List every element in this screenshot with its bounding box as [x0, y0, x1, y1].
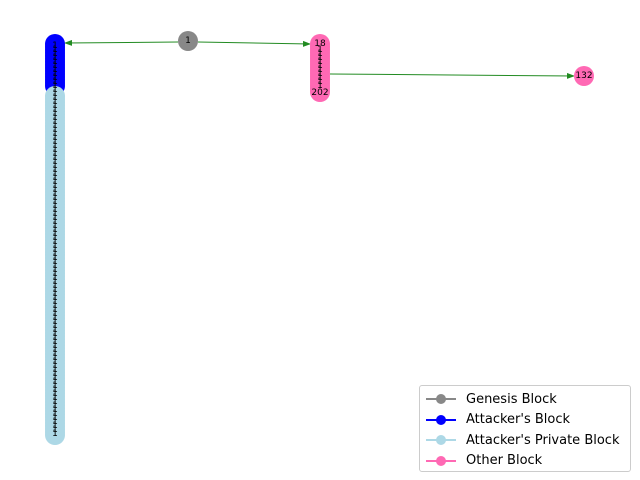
node-label-overlap: 1: [52, 429, 58, 439]
legend-private-marker: [426, 435, 456, 446]
legend-attacker-marker: [426, 414, 456, 425]
legend: Genesis Block Attacker's Block Attacker'…: [419, 385, 631, 472]
node-label-132: 132: [575, 71, 592, 81]
edge-genesis-other: [197, 40, 311, 47]
legend-other-label: Other Block: [466, 453, 543, 469]
legend-other-marker: [426, 455, 456, 466]
blockchain-graph: 1111111111111111111111111111111111111111…: [0, 0, 640, 480]
edge-other-132: [329, 72, 575, 79]
legend-other: Other Block: [426, 451, 630, 472]
legend-genesis-marker: [426, 394, 456, 405]
legend-attacker-label: Attacker's Block: [466, 412, 571, 428]
legend-genesis-label: Genesis Block: [466, 391, 557, 407]
node-label-18: 18: [314, 39, 326, 49]
legend-private: Attacker's Private Block: [426, 430, 630, 451]
edge-genesis-attacker: [64, 39, 179, 46]
legend-attacker: Attacker's Block: [426, 410, 630, 431]
node-label-202: 202: [311, 88, 328, 98]
legend-private-label: Attacker's Private Block: [466, 432, 620, 448]
node-label-genesis: 1: [185, 36, 191, 46]
legend-genesis: Genesis Block: [426, 389, 630, 410]
